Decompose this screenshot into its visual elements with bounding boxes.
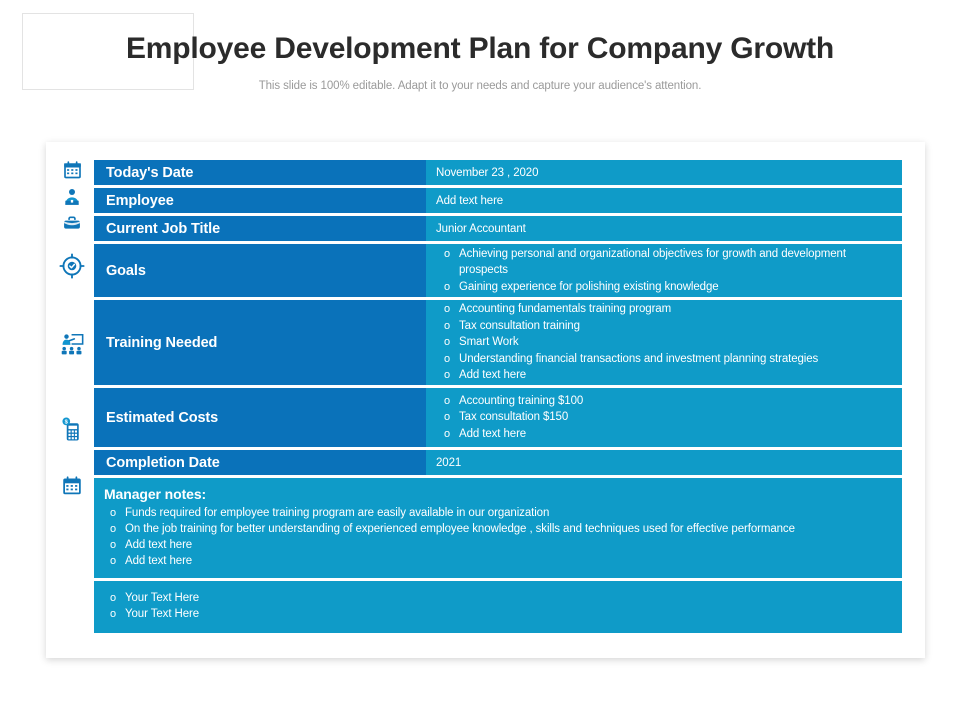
row-label: Today's Date [94, 160, 426, 185]
page-title: Employee Development Plan for Company Gr… [126, 32, 834, 65]
list-item: Tax consultation training [436, 318, 892, 335]
table-row[interactable]: Goals Achieving personal and organizatio… [94, 244, 902, 297]
list-item: Achieving personal and organizational ob… [436, 246, 892, 279]
list-item: Accounting training $100 [436, 393, 892, 410]
manager-notes-row[interactable]: Manager notes: Funds required for employ… [94, 478, 902, 578]
row-value-text: Add text here [436, 194, 504, 207]
extra-notes-row[interactable]: Your Text Here Your Text Here [94, 581, 902, 633]
row-value[interactable]: Accounting fundamentals training program… [426, 300, 902, 385]
row-value[interactable]: Add text here [426, 188, 902, 213]
bullet-list: Funds required for employee training pro… [104, 505, 892, 569]
slide-header: Employee Development Plan for Company Gr… [0, 0, 960, 120]
row-label: Current Job Title [94, 216, 426, 241]
list-item: Your Text Here [104, 606, 892, 622]
training-icon [56, 329, 88, 359]
bullet-list: Accounting fundamentals training program… [436, 301, 892, 384]
list-item: Your Text Here [104, 590, 892, 606]
row-value[interactable]: November 23 , 2020 [426, 160, 902, 185]
table-row[interactable]: Current Job Title Junior Accountant [94, 216, 902, 241]
list-item: Add text here [436, 367, 892, 384]
row-label: Training Needed [94, 300, 426, 385]
development-plan-table: Today's Date November 23 , 2020 Employee… [94, 160, 902, 636]
page-subtitle: This slide is 100% editable. Adapt it to… [258, 80, 702, 92]
calendar-icon [56, 155, 88, 185]
target-icon [56, 251, 88, 281]
list-item: Understanding financial transactions and… [436, 351, 892, 368]
table-row[interactable]: Employee Add text here [94, 188, 902, 213]
list-item: Gaining experience for polishing existin… [436, 279, 892, 296]
row-value-text: Junior Accountant [436, 222, 526, 235]
row-value-text: 2021 [436, 456, 462, 469]
briefcase-icon [56, 209, 88, 239]
list-item: Add text here [104, 553, 892, 569]
bullet-list: Your Text Here Your Text Here [104, 590, 892, 622]
row-value[interactable]: 2021 [426, 450, 902, 475]
row-label: Estimated Costs [94, 388, 426, 447]
row-value[interactable]: Accounting training $100 Tax consultatio… [426, 388, 902, 447]
list-item: Accounting fundamentals training program [436, 301, 892, 318]
list-item: Smart Work [436, 334, 892, 351]
row-label: Employee [94, 188, 426, 213]
row-value-text: November 23 , 2020 [436, 166, 539, 179]
row-label: Completion Date [94, 450, 426, 475]
bullet-list: Accounting training $100 Tax consultatio… [436, 393, 892, 443]
icon-rail: $ [52, 155, 92, 500]
list-item: Add text here [104, 537, 892, 553]
row-value[interactable]: Junior Accountant [426, 216, 902, 241]
calculator-icon: $ [56, 414, 88, 444]
list-item: Funds required for employee training pro… [104, 505, 892, 521]
employee-icon [56, 182, 88, 212]
row-value[interactable]: Achieving personal and organizational ob… [426, 244, 902, 297]
list-item: On the job training for better understan… [104, 521, 892, 537]
row-label: Goals [94, 244, 426, 297]
table-row[interactable]: Training Needed Accounting fundamentals … [94, 300, 902, 385]
bullet-list: Achieving personal and organizational ob… [436, 246, 892, 296]
table-row[interactable]: Today's Date November 23 , 2020 [94, 160, 902, 185]
manager-notes-title: Manager notes: [104, 486, 207, 502]
list-item: Add text here [436, 426, 892, 443]
calendar-date-icon [56, 470, 88, 500]
list-item: Tax consultation $150 [436, 409, 892, 426]
table-row[interactable]: Completion Date 2021 [94, 450, 902, 475]
table-row[interactable]: Estimated Costs Accounting training $100… [94, 388, 902, 447]
